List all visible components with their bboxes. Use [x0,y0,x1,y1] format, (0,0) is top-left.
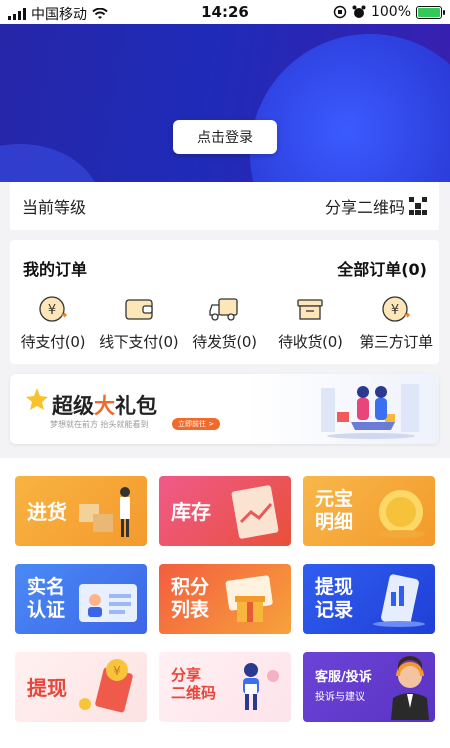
headset-agent-icon [391,656,429,720]
person-qr-illustration [243,663,279,710]
order-item-label: 待发货(0) [192,333,257,351]
banner-title: 超级大礼包 [52,394,157,418]
tile-label: 积分 列表 [171,576,210,621]
order-item-label: 线下支付(0) [99,333,179,351]
tile-label: 实名 认证 [27,576,66,621]
tile-sublabel: 投诉与建议 [315,692,365,703]
document-chart-illustration [231,485,279,539]
yen-coin-icon: ¥ [39,296,67,322]
battery-icon [416,5,445,19]
tile-points-list[interactable]: 积分 列表 [159,564,291,634]
orientation-lock-icon [333,5,347,19]
tile-withdraw[interactable]: 提现 ¥ [15,652,147,722]
gift-pack-banner[interactable]: 超级大礼包 梦想就在前方 抬头就能看到 立即前往 > [10,374,439,444]
tile-share-qrcode[interactable]: 分享 二维码 [159,652,291,722]
box-icon [297,299,323,320]
status-bar: 中国移动 14:26 100% [0,0,450,24]
feature-grid: 进货 库存 元宝 明细 实名 认证 积分 列表 提现 记录 提现 ¥ 分享 二维… [0,458,450,748]
order-offline-payment[interactable]: 线下支付(0) [96,290,182,352]
banner-subtitle: 梦想就在前方 抬头就能看到 [50,420,149,429]
red-envelope-coin-illustration: ¥ [79,659,133,713]
login-button[interactable]: 点击登录 [173,120,277,154]
yen-coin-icon: ¥ [382,296,411,322]
hero-decoration [0,144,100,182]
qr-code-icon [409,197,427,215]
status-right: 100% [333,4,445,20]
truck-icon [209,298,239,321]
tile-label: 客服/投诉 [315,670,372,685]
order-third-party[interactable]: ¥ 第三方订单 [353,290,439,352]
my-orders-card: 我的订单 全部订单(0) ¥ 待支付(0) 线下支付(0) 待发货(0) 待收货… [10,240,439,364]
star-icon [26,388,48,410]
tile-label: 库存 [171,500,211,524]
order-pending-receipt[interactable]: 待收货(0) [267,290,353,352]
order-item-label: 第三方订单 [359,333,433,351]
tile-label: 提现 [27,676,67,700]
phone-chart-illustration [373,574,425,627]
banner-go-button[interactable]: 立即前往 > [172,418,221,430]
order-pending-shipment[interactable]: 待发货(0) [182,290,268,352]
battery-percent: 100% [370,4,411,20]
tile-label: 进货 [27,500,67,524]
all-orders-link[interactable]: 全部订单(0) [337,256,427,280]
tile-customer-service[interactable]: 客服/投诉 投诉与建议 [303,652,435,722]
boxes-illustration [79,487,130,537]
alarm-icon [352,5,366,18]
gold-coin-illustration [377,490,425,538]
profile-header: 点击登录 [0,24,450,182]
level-label: 当前等级 [22,198,87,217]
tile-label: 分享 二维码 [171,666,217,702]
wallet-icon [125,299,153,320]
svg-text:¥: ¥ [391,303,399,318]
share-qr-label: 分享二维码 [324,198,405,217]
order-pending-payment[interactable]: ¥ 待支付(0) [10,290,96,352]
tile-label: 元宝 明细 [315,488,354,533]
tile-label: 提现 记录 [315,576,354,621]
order-item-label: 待支付(0) [20,333,86,351]
tile-realname-auth[interactable]: 实名 认证 [15,564,147,634]
tile-inventory[interactable]: 库存 [159,476,291,546]
id-card-illustration [79,584,137,622]
tile-ingot-detail[interactable]: 元宝 明细 [303,476,435,546]
level-row: 当前等级 分享二维码 [10,182,439,230]
svg-text:¥: ¥ [48,303,56,318]
share-qr-button[interactable]: 分享二维码 [325,194,427,218]
tile-stock-in[interactable]: 进货 [15,476,147,546]
tile-withdraw-records[interactable]: 提现 记录 [303,564,435,634]
orders-title: 我的订单 [23,260,88,279]
shopping-illustration [321,384,419,439]
hero-decoration [250,34,450,182]
order-item-label: 待收货(0) [278,333,343,351]
gift-box-illustration [225,575,273,622]
svg-text:¥: ¥ [113,664,121,678]
